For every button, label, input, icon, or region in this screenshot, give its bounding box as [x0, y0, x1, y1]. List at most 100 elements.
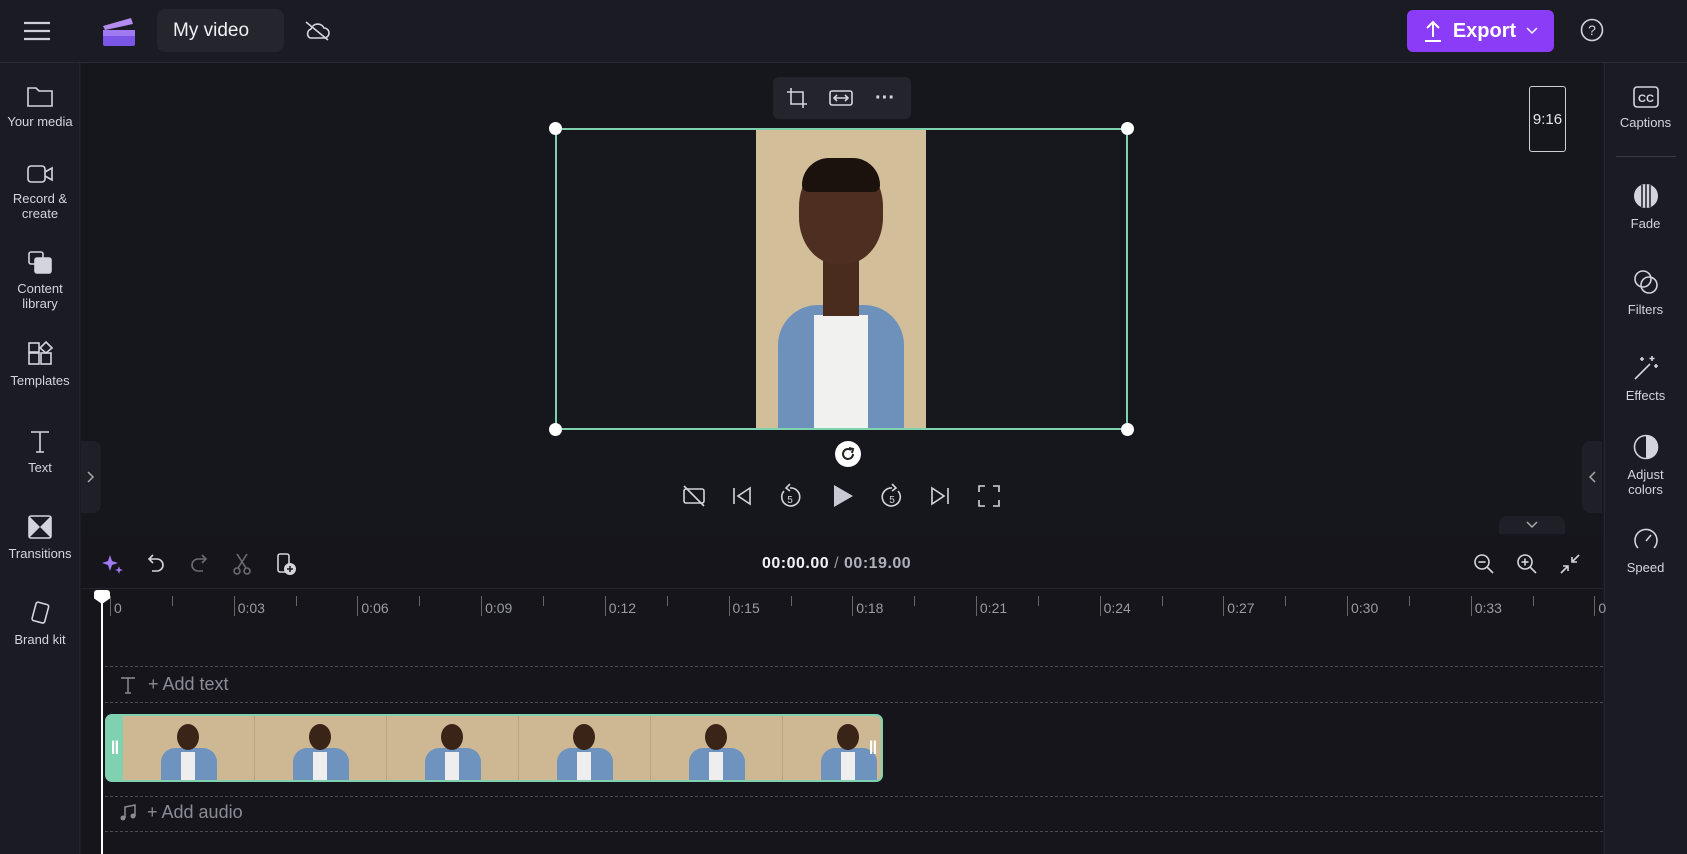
play-button[interactable]: [826, 479, 860, 513]
camera-icon: [27, 165, 53, 183]
text-icon: [121, 676, 135, 694]
video-frame: [756, 130, 926, 428]
ruler-tick: [481, 596, 483, 616]
track-divider: [105, 666, 1603, 667]
ruler-label: 0:21: [979, 600, 1008, 616]
ruler-tick: [1223, 596, 1225, 616]
nav-brand-kit[interactable]: Brand kit: [0, 600, 80, 647]
track-divider: [105, 831, 1603, 832]
track-divider: [105, 702, 1603, 703]
ruler-tick: [357, 596, 359, 616]
collapse-right-panel-button[interactable]: [1582, 441, 1602, 513]
ruler-tick: [1470, 596, 1472, 616]
video-clip[interactable]: ‖ ‖: [105, 714, 883, 782]
nav-adjust-colors[interactable]: Adjust colors: [1604, 433, 1687, 497]
clip-thumbnails: [123, 716, 881, 780]
skip-back-icon[interactable]: [727, 481, 757, 511]
nav-speed[interactable]: Speed: [1604, 526, 1687, 575]
app-logo: [101, 14, 135, 53]
nav-templates[interactable]: Templates: [0, 341, 80, 388]
nav-content-library[interactable]: Content library: [0, 249, 80, 311]
forward-5-icon[interactable]: 5: [877, 481, 907, 511]
resize-handle[interactable]: [549, 122, 562, 135]
add-text-track[interactable]: + Add text: [120, 674, 229, 695]
ruler-label: 0:06: [361, 600, 389, 616]
divider: [81, 588, 1603, 589]
zoom-in-icon[interactable]: [1513, 550, 1541, 578]
project-title-field[interactable]: My video: [157, 9, 284, 52]
skip-forward-icon[interactable]: [925, 481, 955, 511]
aspect-ratio-button[interactable]: 9:16: [1529, 86, 1566, 152]
clip-thumbnail: [651, 716, 783, 780]
ruler-label: 0:15: [732, 600, 760, 616]
collapse-timeline-button[interactable]: [1499, 516, 1565, 534]
rotate-icon[interactable]: [835, 441, 861, 467]
ruler-label: 0: [1598, 600, 1607, 616]
redo-icon[interactable]: [185, 550, 213, 578]
clip-thumbnail: [519, 716, 651, 780]
time-display: 00:00.00 / 00:19.00: [762, 555, 912, 572]
folder-icon: [27, 87, 53, 107]
help-icon[interactable]: ?: [1577, 15, 1607, 45]
split-scissors-icon[interactable]: [228, 550, 256, 578]
clip-trim-handle-right[interactable]: ‖: [865, 716, 881, 780]
upload-icon: [1424, 20, 1441, 42]
nav-fade[interactable]: Fade: [1604, 182, 1687, 231]
ruler-label: 0:33: [1474, 600, 1502, 616]
speed-icon: [1633, 528, 1658, 549]
svg-text:5: 5: [889, 495, 895, 506]
ruler-minor-tick: [790, 596, 792, 606]
ruler-tick: [852, 596, 854, 616]
nav-effects[interactable]: Effects: [1604, 354, 1687, 403]
more-options-icon[interactable]: ···: [869, 82, 901, 114]
clip-thumbnail: [123, 716, 255, 780]
add-audio-track[interactable]: + Add audio: [119, 802, 243, 823]
rewind-5-icon[interactable]: 5: [775, 481, 805, 511]
video-selection-frame[interactable]: [549, 122, 1134, 436]
captions-off-icon[interactable]: [679, 481, 709, 511]
cloud-off-icon[interactable]: [300, 14, 334, 48]
undo-icon[interactable]: [142, 550, 170, 578]
fade-icon: [1633, 184, 1658, 208]
svg-text:?: ?: [1588, 22, 1596, 38]
ruler-tick: [233, 596, 235, 616]
add-to-timeline-icon[interactable]: [272, 550, 300, 578]
crop-icon[interactable]: [781, 82, 813, 114]
ruler-label: 0:30: [1351, 600, 1379, 616]
clip-thumbnail: [387, 716, 519, 780]
timeline-panel: [81, 535, 1603, 854]
expand-left-panel-button[interactable]: [81, 441, 101, 513]
nav-filters[interactable]: Filters: [1604, 268, 1687, 317]
ruler-tick: [110, 596, 111, 616]
nav-your-media[interactable]: Your media: [0, 84, 80, 129]
fullscreen-icon[interactable]: [974, 481, 1004, 511]
ruler-minor-tick: [295, 596, 297, 606]
ruler-label: 0: [114, 600, 122, 616]
ruler-minor-tick: [1532, 596, 1534, 606]
current-time: 00:00.00: [762, 555, 830, 572]
ruler-minor-tick: [419, 596, 421, 606]
resize-handle[interactable]: [1121, 423, 1134, 436]
fit-timeline-icon[interactable]: [1556, 550, 1584, 578]
ruler-label: 0:18: [856, 600, 884, 616]
ruler-minor-tick: [1037, 596, 1039, 606]
nav-captions[interactable]: CC Captions: [1604, 85, 1687, 130]
nav-transitions[interactable]: Transitions: [0, 514, 80, 561]
ruler-label: 0:27: [1227, 600, 1255, 616]
fit-icon[interactable]: [825, 82, 857, 114]
nav-text[interactable]: Text: [0, 428, 80, 475]
nav-record-create[interactable]: Record & create: [0, 163, 80, 221]
clip-trim-handle-left[interactable]: ‖: [107, 716, 123, 780]
ruler-tick: [1099, 596, 1101, 616]
ruler-minor-tick: [1409, 596, 1410, 606]
ai-sparkle-icon[interactable]: [99, 550, 127, 578]
zoom-out-icon[interactable]: [1470, 550, 1498, 578]
export-button[interactable]: Export: [1407, 10, 1554, 52]
ruler-label: 0:12: [608, 600, 637, 616]
resize-handle[interactable]: [1121, 122, 1134, 135]
ruler-label: 0:24: [1103, 600, 1131, 616]
playhead[interactable]: [101, 598, 103, 854]
resize-handle[interactable]: [549, 423, 562, 436]
total-time: 00:19.00: [844, 555, 912, 572]
hamburger-icon[interactable]: [20, 14, 54, 48]
